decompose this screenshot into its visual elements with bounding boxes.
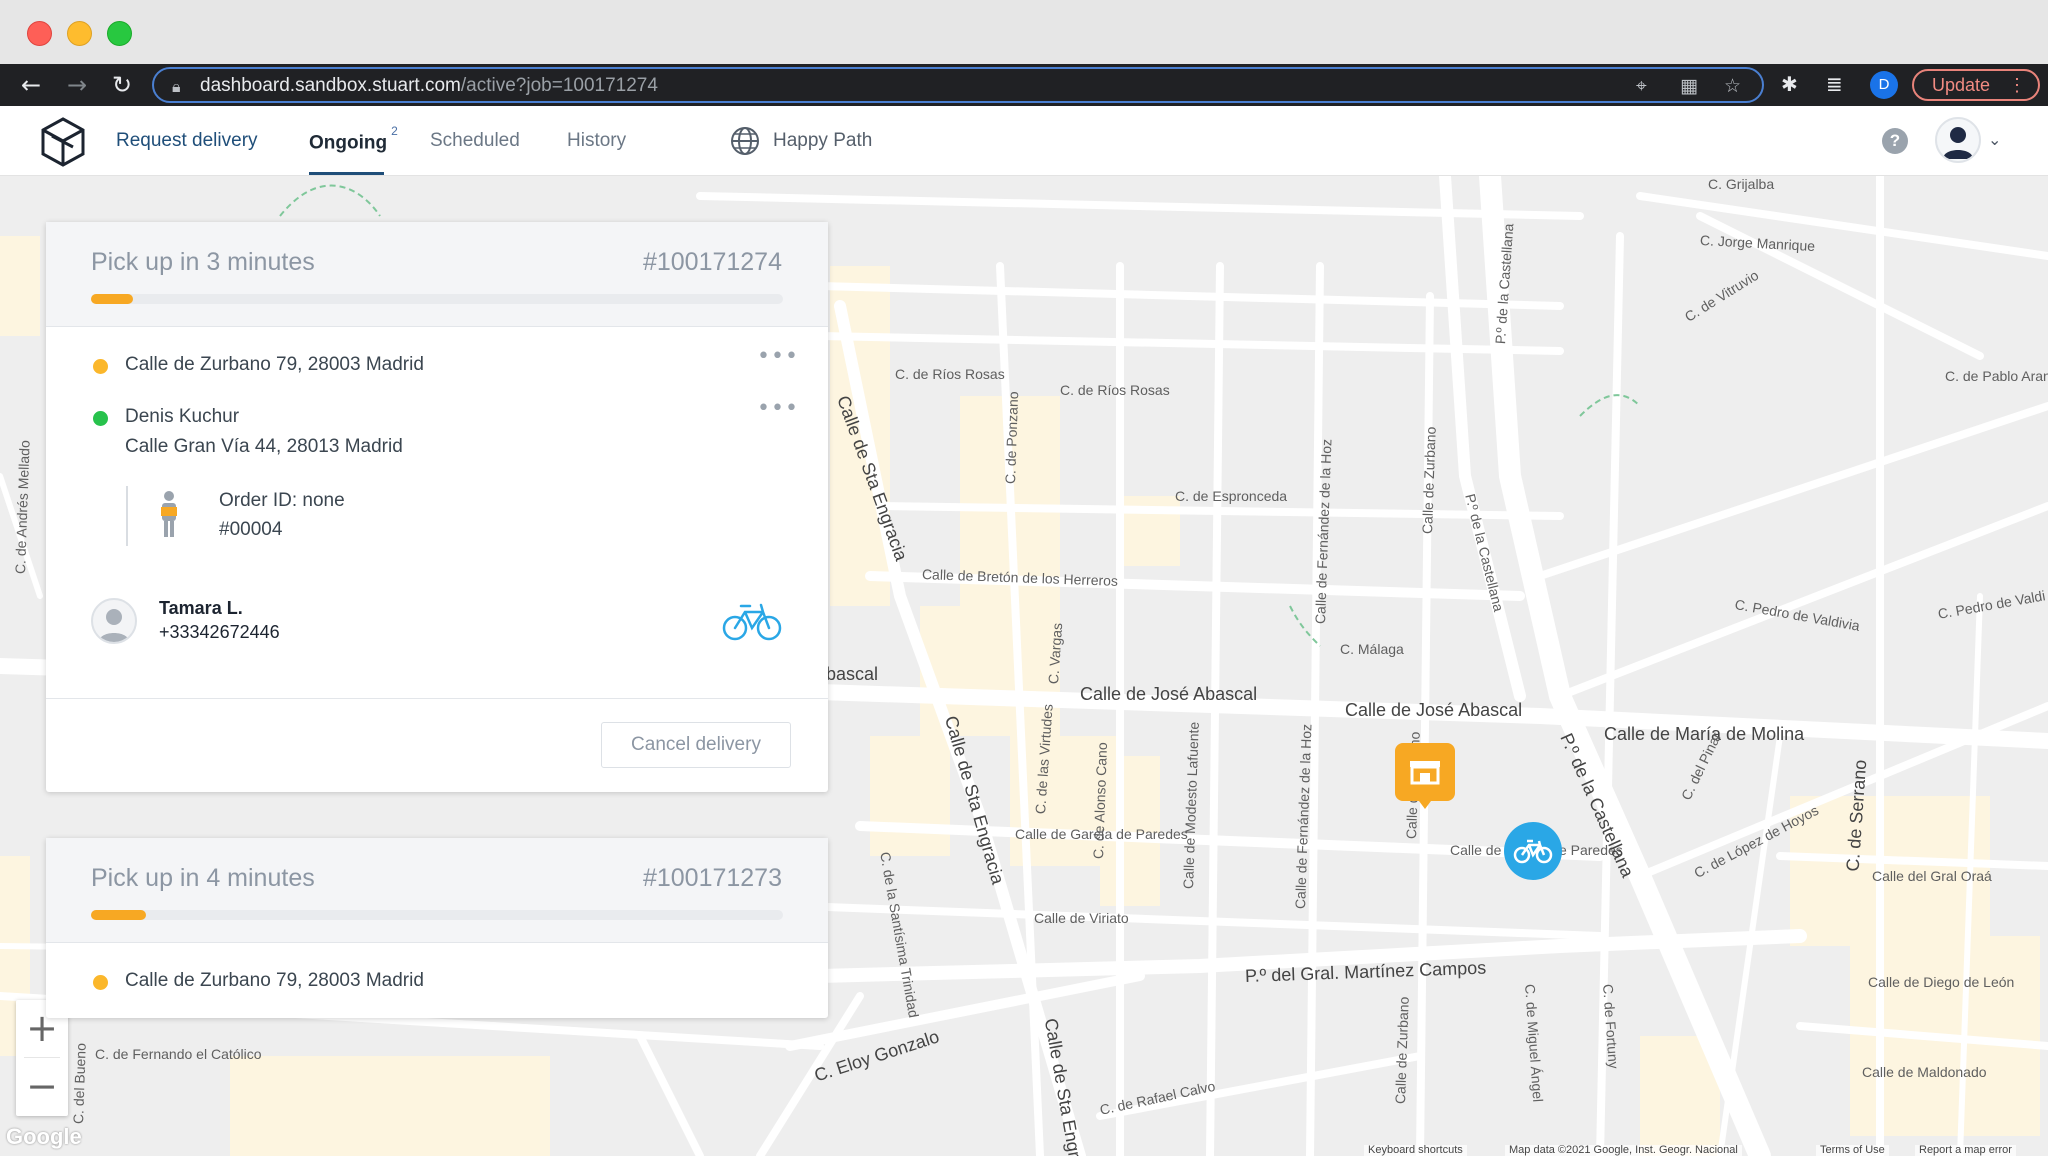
pickup-dot-icon bbox=[93, 359, 108, 374]
lock-icon: 🔒︎ bbox=[172, 77, 181, 96]
order-divider-line bbox=[126, 486, 128, 546]
street-label: C. de Ponzano bbox=[1002, 391, 1022, 485]
profile-avatar[interactable]: D bbox=[1870, 71, 1898, 99]
ongoing-count-badge: 2 bbox=[391, 124, 398, 138]
app-header: Request delivery Ongoing2 Scheduled Hist… bbox=[0, 106, 2048, 176]
courier-avatar bbox=[91, 598, 137, 644]
street-label: Calle de Maldonado bbox=[1862, 1064, 1987, 1080]
chevron-down-icon[interactable]: ⌄ bbox=[1988, 130, 2001, 149]
street-label: Calle de José Abascal bbox=[1080, 684, 1258, 704]
courier-phone[interactable]: +33342672446 bbox=[159, 622, 280, 643]
job-id: #100171273 bbox=[642, 864, 782, 892]
keyboard-shortcuts-link[interactable]: Keyboard shortcuts bbox=[1364, 1145, 1467, 1156]
bookmark-star-icon[interactable]: ☆ bbox=[1724, 75, 1741, 97]
menu-dots-icon: ⋮ bbox=[2008, 75, 2026, 95]
package-person-icon bbox=[161, 491, 177, 537]
street-label: C. del Bueno bbox=[70, 1042, 89, 1125]
courier-name: Tamara L. bbox=[159, 598, 243, 618]
pickup-address: Calle de Zurbano 79, 28003 Madrid bbox=[125, 354, 424, 375]
recipient-name: Denis Kuchur bbox=[125, 406, 240, 427]
back-arrow-icon[interactable]: ← bbox=[16, 70, 46, 100]
pickup-progress-fill bbox=[91, 910, 147, 920]
browser-update-button[interactable]: Update ⋮ bbox=[1912, 69, 2040, 101]
zoom-out-button[interactable]: − bbox=[16, 1058, 68, 1114]
card-divider bbox=[46, 698, 828, 699]
map-data-attribution: Map data ©2021 Google, Inst. Geogr. Naci… bbox=[1505, 1145, 1742, 1156]
browser-toolbar: ← → ↻ 🔒︎ dashboard.sandbox.stuart.com/ac… bbox=[0, 64, 2048, 106]
active-tab-indicator bbox=[309, 172, 384, 175]
delivery-card[interactable]: Pick up in 3 minutes #100171274 Calle de… bbox=[46, 222, 828, 792]
street-label: C. Grijalba bbox=[1708, 176, 1775, 192]
media-queue-icon[interactable]: ≣ bbox=[1826, 72, 1843, 96]
bicycle-icon bbox=[722, 603, 782, 641]
user-silhouette-icon bbox=[1943, 127, 1973, 159]
pickup-progress-bar bbox=[91, 910, 783, 920]
street-label: C. de Ríos Rosas bbox=[895, 366, 1005, 382]
dropoff-address: Calle Gran Vía 44, 28013 Madrid bbox=[125, 436, 403, 457]
pickup-store-marker[interactable] bbox=[1395, 743, 1455, 811]
nav-history[interactable]: History bbox=[567, 130, 626, 152]
order-reference: #00004 bbox=[219, 519, 283, 540]
stuart-logo-icon[interactable] bbox=[40, 116, 86, 168]
courier-bike-marker[interactable] bbox=[1503, 821, 1563, 881]
pickup-address: Calle de Zurbano 79, 28003 Madrid bbox=[125, 970, 424, 991]
user-avatar[interactable] bbox=[1935, 117, 1981, 163]
dropoff-dot-icon bbox=[93, 411, 108, 426]
street-label: C. de Ríos Rosas bbox=[1060, 382, 1170, 398]
nav-scheduled[interactable]: Scheduled bbox=[430, 130, 520, 152]
google-logo: Google bbox=[6, 1124, 82, 1149]
window-titlebar bbox=[0, 0, 2048, 64]
order-id: Order ID: none bbox=[219, 490, 345, 511]
street-label: C. de Pablo Aran bbox=[1945, 368, 2048, 384]
street-label: Calle de José Abascal bbox=[1345, 700, 1523, 720]
minimize-window-button[interactable] bbox=[67, 21, 92, 46]
cancel-delivery-button[interactable]: Cancel delivery bbox=[601, 722, 791, 768]
url-text[interactable]: dashboard.sandbox.stuart.com/active?job=… bbox=[200, 75, 658, 97]
delivery-card-header: Pick up in 4 minutes #100171273 bbox=[46, 838, 828, 943]
nav-request-delivery[interactable]: Request delivery bbox=[116, 130, 258, 152]
qr-code-icon[interactable]: ▦ bbox=[1680, 75, 1698, 97]
pickup-dot-icon bbox=[93, 975, 108, 990]
reload-icon[interactable]: ↻ bbox=[107, 70, 137, 100]
street-label: bascal bbox=[826, 664, 879, 684]
close-window-button[interactable] bbox=[27, 21, 52, 46]
forward-arrow-icon[interactable]: → bbox=[62, 70, 92, 100]
user-silhouette-icon bbox=[99, 609, 129, 642]
globe-icon[interactable] bbox=[728, 124, 762, 158]
street-label: C. Málaga bbox=[1340, 641, 1404, 657]
extensions-puzzle-icon[interactable]: ✱ bbox=[1781, 72, 1798, 96]
street-label: C. de Espronceda bbox=[1175, 488, 1288, 504]
maximize-window-button[interactable] bbox=[107, 21, 132, 46]
pickup-progress-fill bbox=[91, 294, 133, 304]
address-bar[interactable]: 🔒︎ dashboard.sandbox.stuart.com/active?j… bbox=[152, 67, 1764, 103]
street-label: Calle de Diego de León bbox=[1868, 974, 2015, 990]
street-label: Calle del Gral Oraá bbox=[1872, 868, 1992, 884]
pickup-more-icon[interactable]: ••• bbox=[757, 344, 799, 369]
nav-ongoing[interactable]: Ongoing2 bbox=[309, 124, 398, 154]
street-label: Calle de Viriato bbox=[1034, 910, 1129, 926]
pickup-progress-bar bbox=[91, 294, 783, 304]
street-label: C. de Fernando el Católico bbox=[95, 1046, 262, 1062]
pickup-eta: Pick up in 4 minutes bbox=[91, 864, 315, 892]
workspace-name[interactable]: Happy Path bbox=[773, 130, 872, 152]
help-icon[interactable]: ? bbox=[1882, 128, 1908, 154]
delivery-card-header: Pick up in 3 minutes #100171274 bbox=[46, 222, 828, 327]
dropoff-more-icon[interactable]: ••• bbox=[757, 396, 799, 421]
terms-of-use-link[interactable]: Terms of Use bbox=[1816, 1145, 1889, 1156]
pickup-eta: Pick up in 3 minutes bbox=[91, 248, 315, 276]
report-map-error-link[interactable]: Report a map error bbox=[1915, 1145, 2016, 1156]
location-blocked-icon[interactable]: ⌖ bbox=[1636, 75, 1647, 97]
job-id: #100171274 bbox=[642, 248, 782, 276]
delivery-card[interactable]: Pick up in 4 minutes #100171273 Calle de… bbox=[46, 838, 828, 1018]
